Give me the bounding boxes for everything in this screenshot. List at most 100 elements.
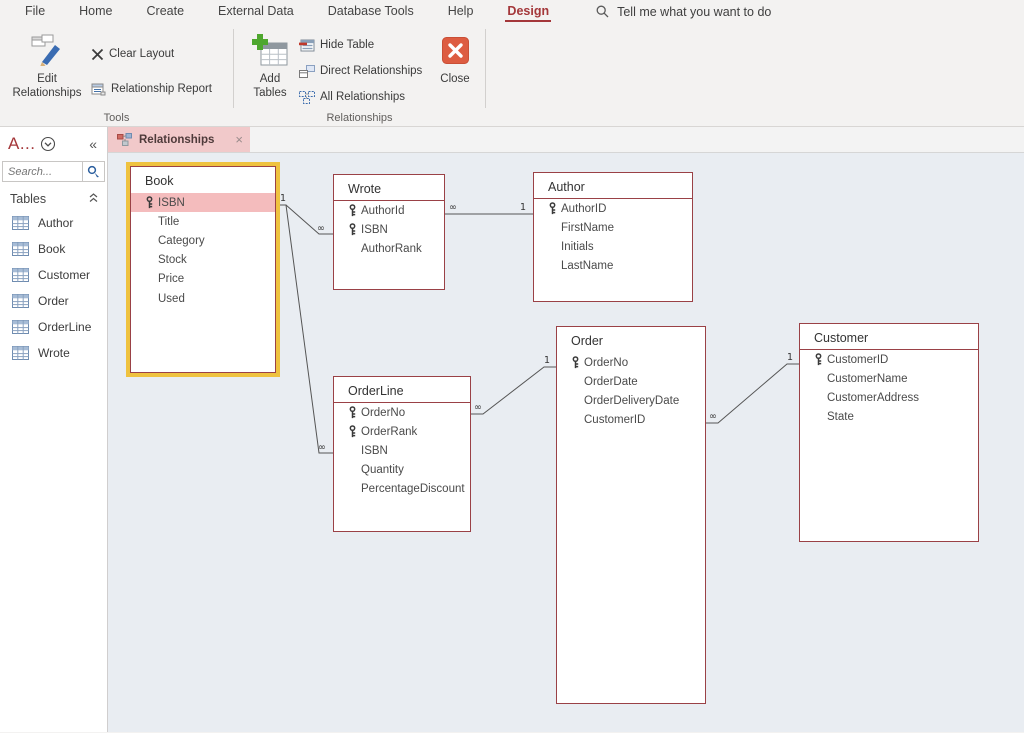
field-row[interactable]: Used: [131, 289, 275, 308]
field-row[interactable]: Category: [131, 231, 275, 250]
field-row[interactable]: ISBN: [334, 441, 470, 460]
menu-design[interactable]: Design: [490, 0, 566, 23]
menu-external-data[interactable]: External Data: [201, 0, 311, 23]
key-icon: [140, 196, 158, 209]
menu-file[interactable]: File: [8, 0, 62, 23]
field-name: ISBN: [361, 444, 388, 457]
field-name: OrderRank: [361, 425, 418, 438]
field-name: CustomerAddress: [827, 391, 920, 404]
menu-create[interactable]: Create: [130, 0, 202, 23]
field-name: AuthorRank: [361, 242, 422, 255]
field-row[interactable]: LastName: [534, 257, 692, 276]
tab-relationships[interactable]: Relationships ×: [108, 127, 250, 152]
key-icon: [566, 356, 584, 369]
cardinality-many: ∞: [449, 202, 457, 213]
sidebar-item-order[interactable]: Order: [0, 288, 107, 314]
relationships-canvas[interactable]: 1 ∞ ∞ ∞ 1 ∞ 1 ∞ 1 Book ISBN Title Catego…: [108, 153, 1024, 732]
field-row[interactable]: Price: [131, 270, 275, 289]
field-row[interactable]: ISBN: [334, 220, 444, 239]
field-name: Category: [158, 234, 205, 247]
sidebar-item-wrote[interactable]: Wrote: [0, 340, 107, 366]
sidebar-item-customer[interactable]: Customer: [0, 262, 107, 288]
field-row[interactable]: PercentageDiscount: [334, 480, 470, 499]
nav-group-tables[interactable]: Tables: [0, 182, 107, 210]
tab-close-icon[interactable]: ×: [235, 132, 243, 147]
field-name: CustomerName: [827, 372, 908, 385]
table-box-author[interactable]: Author AuthorID FirstName Initials LastN…: [533, 172, 693, 302]
ribbon-tab-strip: File Home Create External Data Database …: [0, 0, 1024, 23]
collapse-group-icon[interactable]: [88, 192, 99, 206]
search-icon: [596, 5, 609, 18]
field-row[interactable]: AuthorId: [334, 201, 444, 220]
navigation-pane-header[interactable]: A... «: [0, 127, 107, 158]
table-box-wrote[interactable]: Wrote AuthorId ISBN AuthorRank: [333, 174, 445, 290]
field-row[interactable]: AuthorRank: [334, 239, 444, 258]
chevron-down-circle-icon[interactable]: [40, 136, 56, 152]
key-icon: [343, 406, 361, 419]
menu-help[interactable]: Help: [431, 0, 491, 23]
table-title: Customer: [800, 324, 978, 350]
key-icon: [809, 353, 827, 366]
field-name: Quantity: [361, 464, 404, 477]
hide-table-button[interactable]: Hide Table: [296, 34, 377, 56]
edit-relationships-label: Edit Relationships: [12, 73, 82, 99]
key-icon: [343, 223, 361, 236]
field-name: ISBN: [361, 223, 388, 236]
table-box-orderline[interactable]: OrderLine OrderNo OrderRank ISBN Quantit…: [333, 376, 471, 532]
table-box-customer[interactable]: Customer CustomerID CustomerName Custome…: [799, 323, 979, 542]
field-name: CustomerID: [827, 353, 889, 366]
field-row[interactable]: State: [800, 408, 978, 427]
field-row[interactable]: Stock: [131, 251, 275, 270]
field-row[interactable]: OrderDeliveryDate: [557, 391, 705, 410]
table-icon: [12, 242, 29, 256]
direct-relationships-button[interactable]: Direct Relationships: [296, 60, 425, 82]
tab-label: Relationships: [139, 133, 215, 146]
field-row[interactable]: FirstName: [534, 218, 692, 237]
sidebar-item-book[interactable]: Book: [0, 236, 107, 262]
sidebar-item-author[interactable]: Author: [0, 210, 107, 236]
table-title: Order: [571, 334, 603, 348]
field-name: PercentageDiscount: [361, 483, 465, 496]
clear-layout-label: Clear Layout: [109, 48, 175, 60]
field-row[interactable]: CustomerID: [800, 350, 978, 369]
field-row[interactable]: CustomerID: [557, 411, 705, 430]
nav-search-input[interactable]: [3, 165, 81, 178]
sidebar-item-orderline[interactable]: OrderLine: [0, 314, 107, 340]
field-row[interactable]: OrderNo: [334, 403, 470, 422]
relationship-report-button[interactable]: Relationship Report: [88, 78, 215, 100]
all-relationships-button[interactable]: All Relationships: [296, 86, 408, 108]
field-row[interactable]: AuthorID: [534, 199, 692, 218]
group-label-relationships: Relationships: [326, 112, 393, 124]
table-icon: [12, 294, 29, 308]
close-button[interactable]: Close: [431, 27, 479, 113]
sidebar-item-label: Order: [38, 294, 69, 308]
table-box-book[interactable]: Book ISBN Title Category Stock Price Use…: [130, 166, 276, 373]
tell-me-box[interactable]: Tell me what you want to do: [596, 5, 771, 19]
navigation-pane-title: A...: [8, 134, 36, 153]
search-icon[interactable]: [83, 165, 104, 178]
sidebar-item-label: OrderLine: [38, 320, 92, 334]
menu-home[interactable]: Home: [62, 0, 129, 23]
field-row[interactable]: OrderRank: [334, 422, 470, 441]
field-name: AuthorID: [561, 202, 607, 215]
collapse-pane-button[interactable]: «: [89, 136, 101, 152]
field-row[interactable]: Quantity: [334, 461, 470, 480]
field-row[interactable]: Title: [131, 212, 275, 231]
field-row[interactable]: Initials: [534, 237, 692, 256]
field-row[interactable]: OrderNo: [557, 353, 705, 372]
ribbon-group-relationships: Add Tables Hide Table Direct Relationshi…: [234, 23, 485, 126]
cardinality-one: 1: [280, 193, 286, 204]
field-row[interactable]: CustomerName: [800, 369, 978, 388]
document-tab-bar: Relationships ×: [108, 127, 1024, 153]
field-name: OrderDate: [584, 375, 638, 388]
add-tables-button[interactable]: Add Tables: [247, 27, 293, 113]
field-row[interactable]: CustomerAddress: [800, 388, 978, 407]
table-box-order[interactable]: Order OrderNo OrderDate OrderDeliveryDat…: [556, 326, 706, 704]
relationship-report-icon: [91, 83, 106, 95]
field-row[interactable]: OrderDate: [557, 372, 705, 391]
clear-layout-button[interactable]: Clear Layout: [88, 43, 177, 65]
menu-database-tools[interactable]: Database Tools: [311, 0, 431, 23]
edit-relationships-button[interactable]: Edit Relationships: [8, 27, 86, 113]
field-row[interactable]: ISBN: [131, 193, 275, 213]
table-icon: [12, 346, 29, 360]
